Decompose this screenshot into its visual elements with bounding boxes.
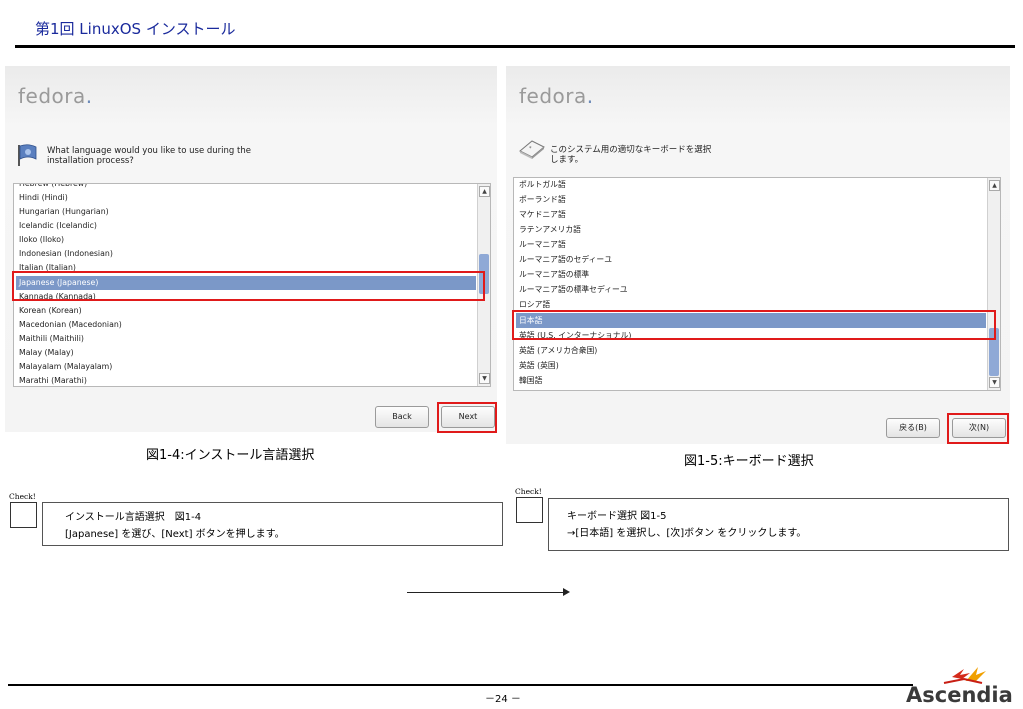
list-item[interactable]: ルーマニア語の標準: [516, 267, 986, 282]
keyboard-list[interactable]: ポルトガル語 ポーランド語 マケドニア語 ラテンアメリカ語 ルーマニア語 ルーマ…: [513, 177, 1001, 391]
list-item[interactable]: ラテンアメリカ語: [516, 222, 986, 237]
scroll-up-icon[interactable]: ▲: [479, 186, 490, 197]
scroll-up-icon[interactable]: ▲: [989, 180, 1000, 191]
instruction-note: キーボード選択 図1-5 →[日本語] を選択し、[次]ボタン をクリックします…: [548, 498, 1009, 551]
checkbox[interactable]: [10, 502, 37, 528]
list-item[interactable]: Marathi (Marathi): [16, 374, 476, 386]
list-item[interactable]: Malay (Malay): [16, 346, 476, 360]
keyboard-icon: *: [518, 137, 546, 163]
figure-caption-right: 図1-5:キーボード選択: [684, 454, 814, 469]
list-scrollbar[interactable]: ▲ ▼: [987, 178, 1000, 390]
list-item[interactable]: Malayalam (Malayalam): [16, 360, 476, 374]
list-item[interactable]: Icelandic (Icelandic): [16, 219, 476, 233]
list-item[interactable]: Indonesian (Indonesian): [16, 247, 476, 261]
page-number: －24 －: [485, 694, 521, 705]
list-item[interactable]: Hebrew (Hebrew): [16, 184, 476, 191]
fedora-logo: fedora.: [18, 84, 93, 108]
list-item[interactable]: Hindi (Hindi): [16, 191, 476, 205]
selection-highlight: [12, 271, 485, 301]
list-item[interactable]: 英語 (アメリカ合衆国): [516, 343, 986, 358]
list-item[interactable]: ルーマニア語の標準セディーユ: [516, 282, 986, 297]
list-item[interactable]: ポーランド語: [516, 192, 986, 207]
selection-highlight: [512, 310, 996, 340]
document-title: 第1回 LinuxOS インストール: [35, 20, 236, 38]
scroll-down-icon[interactable]: ▼: [479, 373, 490, 384]
keyboard-prompt: このシステム用の適切なキーボードを選択 します。: [550, 145, 712, 165]
list-item[interactable]: Iloko (Iloko): [16, 233, 476, 247]
list-item[interactable]: Korean (Korean): [16, 304, 476, 318]
flow-arrow: [407, 592, 567, 593]
check-label: Check!: [515, 487, 542, 496]
arrow-head-icon: [563, 588, 570, 596]
scroll-down-icon[interactable]: ▼: [989, 377, 1000, 388]
brand-name: Ascendia: [906, 683, 1013, 705]
next-button-highlight: [947, 413, 1009, 444]
list-item[interactable]: ルーマニア語のセディーユ: [516, 252, 986, 267]
list-item[interactable]: Macedonian (Macedonian): [16, 318, 476, 332]
check-label: Check!: [9, 492, 36, 501]
list-item[interactable]: 英語 (英国): [516, 358, 986, 373]
fedora-logo: fedora.: [519, 84, 594, 108]
back-button[interactable]: 戻る(B): [886, 418, 940, 438]
footer-divider: [8, 684, 913, 686]
list-item[interactable]: マケドニア語: [516, 207, 986, 222]
figure-caption-left: 図1-4:インストール言語選択: [146, 448, 315, 463]
back-button[interactable]: Back: [375, 406, 429, 428]
list-item[interactable]: ルーマニア語: [516, 237, 986, 252]
list-item[interactable]: 韓国語: [516, 373, 986, 388]
checkbox[interactable]: [516, 497, 543, 523]
list-item[interactable]: Maithili (Maithili): [16, 332, 476, 346]
flag-icon: [16, 143, 40, 171]
next-button-highlight: [437, 402, 497, 433]
header-divider: [15, 45, 1015, 48]
ascendia-bird-logo: Ascendia: [904, 665, 1014, 707]
language-prompt: What language would you like to use duri…: [47, 146, 251, 166]
keyboard-screenshot: fedora. * このシステム用の適切なキーボードを選択 します。 ポルトガル…: [506, 66, 1010, 444]
list-item[interactable]: ポルトガル語: [516, 178, 986, 192]
language-screenshot: fedora. What language would you like to …: [5, 66, 497, 432]
instruction-note: インストール言語選択 図1-4 [Japanese] を選び、[Next] ボタ…: [42, 502, 503, 546]
list-item[interactable]: Hungarian (Hungarian): [16, 205, 476, 219]
